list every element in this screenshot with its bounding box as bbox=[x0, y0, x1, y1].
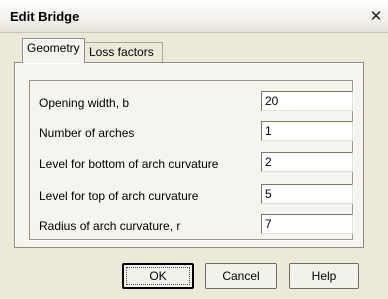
close-icon[interactable]: ✕ bbox=[369, 9, 383, 24]
ok-button[interactable]: OK bbox=[122, 263, 194, 289]
tab-loss-factors[interactable]: Loss factors bbox=[84, 42, 163, 62]
cancel-button[interactable]: Cancel bbox=[205, 263, 277, 289]
arch-radius-field[interactable] bbox=[261, 214, 353, 234]
tab-geometry[interactable]: Geometry bbox=[22, 38, 85, 63]
opening-width-label: Opening width, b bbox=[39, 96, 130, 110]
bottom-arch-level-label: Level for bottom of arch curvature bbox=[39, 157, 219, 171]
window-title: Edit Bridge bbox=[10, 9, 80, 24]
ok-button-label: OK bbox=[126, 267, 190, 285]
tab-panel-geometry: Opening width, b Number of arches Level … bbox=[14, 62, 364, 248]
arch-radius-label: Radius of arch curvature, r bbox=[39, 219, 181, 233]
help-button[interactable]: Help bbox=[289, 263, 359, 289]
number-of-arches-label: Number of arches bbox=[39, 126, 135, 140]
number-of-arches-field[interactable] bbox=[261, 121, 353, 141]
top-arch-level-field[interactable] bbox=[261, 184, 353, 204]
bottom-arch-level-field[interactable] bbox=[261, 152, 353, 172]
opening-width-field[interactable] bbox=[261, 91, 353, 111]
title-bar: Edit Bridge ✕ bbox=[0, 0, 388, 33]
top-arch-level-label: Level for top of arch curvature bbox=[39, 189, 199, 203]
